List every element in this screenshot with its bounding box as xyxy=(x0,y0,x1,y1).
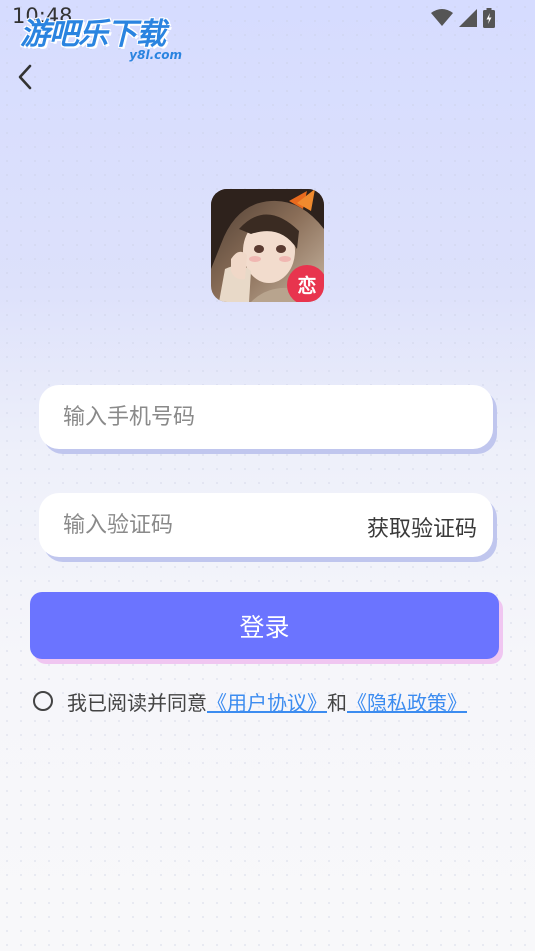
signal-icon xyxy=(459,9,477,27)
phone-input[interactable] xyxy=(39,385,339,449)
privacy-policy-link[interactable]: 《隐私政策》 xyxy=(347,687,467,716)
status-icons xyxy=(431,8,495,28)
agreement-row: 我已阅读并同意 《用户协议》 和 《隐私政策》 xyxy=(33,687,467,716)
watermark-logo: 游吧乐下载 y8l.com xyxy=(20,18,190,66)
phone-input-card xyxy=(39,385,493,449)
wifi-icon xyxy=(431,9,453,26)
get-code-button[interactable]: 获取验证码 xyxy=(367,511,477,543)
back-button[interactable] xyxy=(10,60,40,94)
battery-icon xyxy=(483,8,495,28)
user-agreement-link[interactable]: 《用户协议》 xyxy=(207,687,327,716)
login-button[interactable]: 登录 xyxy=(30,592,499,659)
agreement-and: 和 xyxy=(327,690,347,715)
chevron-left-icon xyxy=(18,64,32,90)
app-icon: 恋 xyxy=(211,189,324,302)
app-icon-badge: 恋 xyxy=(297,274,316,297)
agreement-prefix: 我已阅读并同意 xyxy=(67,690,207,715)
watermark-text: 游吧乐下载 xyxy=(20,17,166,52)
watermark-domain: y8l.com xyxy=(129,48,182,62)
app-icon-art: 恋 xyxy=(211,189,324,302)
verification-code-input[interactable] xyxy=(39,493,339,557)
agreement-checkbox[interactable] xyxy=(33,691,53,711)
code-input-card: 获取验证码 xyxy=(39,493,493,557)
